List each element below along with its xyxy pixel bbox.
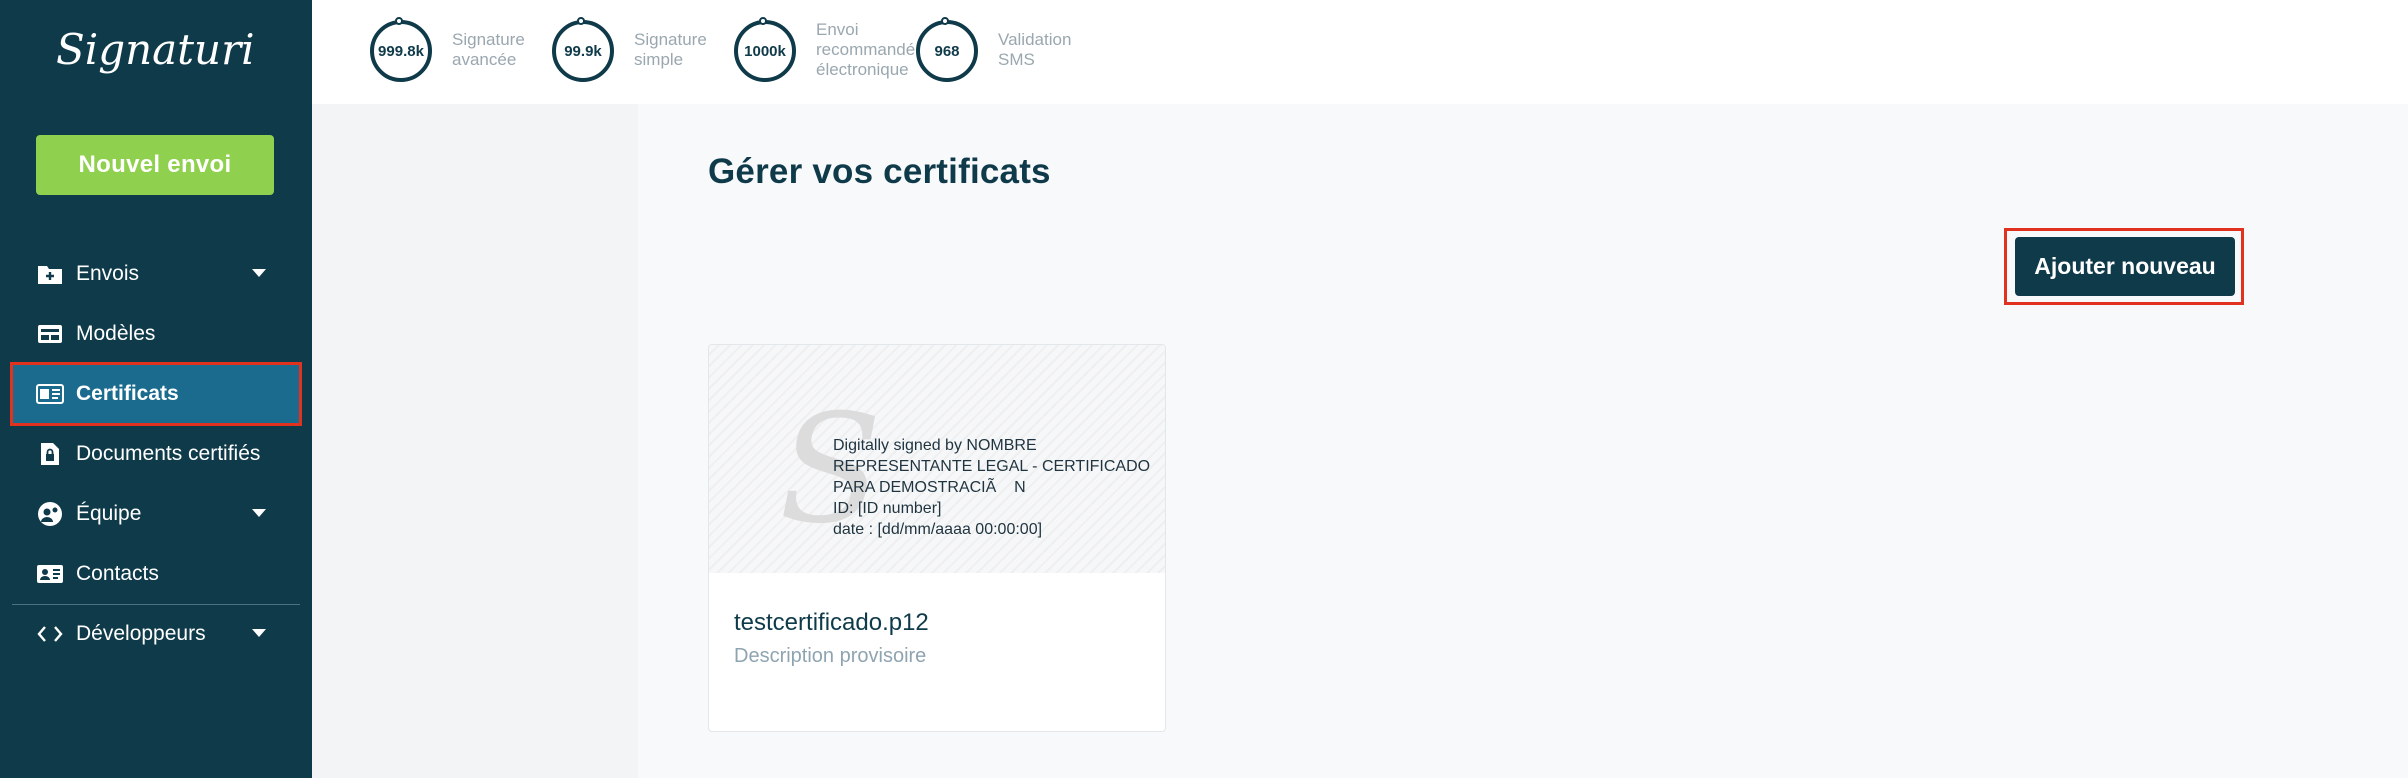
certificate-preview-text: Digitally signed by NOMBRE REPRESENTANTE…: [833, 437, 1151, 538]
sidebar-item-label: Documents certifiés: [76, 442, 261, 465]
credit-value: 999.8k: [378, 42, 424, 60]
credit-label: Validation SMS: [998, 30, 1071, 70]
ring-indicator-icon: [395, 17, 403, 25]
credit-label-line: Envoi: [816, 20, 859, 39]
credit-label-line: recommandé: [816, 40, 916, 59]
template-icon: [36, 321, 64, 347]
credits-bar: 999.8k Signature avancée 99.9k Signature…: [312, 0, 2408, 104]
add-new-certificate-button[interactable]: Ajouter nouveau: [2015, 237, 2235, 296]
chevron-down-icon[interactable]: [252, 269, 266, 277]
credit-label-line: électronique: [816, 60, 909, 79]
credit-ring: 1000k: [734, 20, 796, 82]
sidebar-item-certificats[interactable]: Certificats: [10, 362, 302, 426]
sidebar-item-label: Envois: [76, 262, 140, 285]
credit-label: Signature avancée: [452, 30, 525, 70]
folder-plus-icon: [36, 261, 64, 287]
credit-ring: 99.9k: [552, 20, 614, 82]
sidebar-item-modeles[interactable]: Modèles: [12, 304, 300, 364]
credit-value: 99.9k: [564, 42, 602, 60]
credit-label-line: simple: [634, 50, 684, 69]
add-button-highlight: Ajouter nouveau: [2004, 228, 2244, 305]
credit-ring: 999.8k: [370, 20, 432, 82]
signaturit-logo[interactable]: Signaturit: [54, 16, 254, 92]
sidebar-item-equipe[interactable]: Équipe: [12, 484, 300, 544]
certificate-name: testcertificado.p12: [734, 609, 929, 636]
ring-indicator-icon: [941, 17, 949, 25]
content-gutter: [312, 104, 638, 778]
ring-indicator-icon: [759, 17, 767, 25]
credit-label: Signature simple: [634, 30, 707, 70]
certificate-card[interactable]: S Digitally signed by NOMBRE REPRESENTAN…: [708, 344, 1166, 732]
credit-label-line: SMS: [998, 50, 1035, 69]
sidebar-item-envois[interactable]: Envois: [12, 244, 300, 304]
certificate-icon: [36, 381, 64, 407]
credit-label-line: Signature: [452, 30, 525, 49]
sidebar-item-contacts[interactable]: Contacts: [12, 544, 300, 604]
team-icon: [36, 501, 64, 527]
code-icon: [36, 621, 64, 647]
ring-indicator-icon: [577, 17, 585, 25]
credit-value: 1000k: [744, 42, 786, 60]
credit-ring: 968: [916, 20, 978, 82]
sidebar-item-label: Contacts: [76, 562, 159, 585]
certificate-description: Description provisoire: [734, 645, 927, 667]
sidebar-item-label: Équipe: [76, 502, 142, 525]
sidebar-item-label: Modèles: [76, 322, 156, 345]
credit-value: 968: [934, 42, 960, 60]
page-title: Gérer vos certificats: [708, 152, 1051, 191]
contact-card-icon: [36, 561, 64, 587]
sidebar-item-label: Certificats: [76, 382, 179, 405]
sidebar-item-documents-certifies[interactable]: Documents certifiés: [12, 424, 300, 484]
sidebar-item-label: Développeurs: [76, 622, 206, 645]
certificate-preview: S Digitally signed by NOMBRE REPRESENTAN…: [709, 345, 1165, 573]
new-send-button[interactable]: Nouvel envoi: [36, 135, 274, 195]
sidebar-item-developpeurs[interactable]: Développeurs: [12, 604, 300, 664]
credit-label-line: Signature: [634, 30, 707, 49]
sidebar: Signaturit Nouvel envoi Envois Modèles C…: [0, 0, 312, 778]
credit-label-line: avancée: [452, 50, 517, 69]
chevron-down-icon[interactable]: [252, 509, 266, 517]
locked-document-icon: [36, 441, 64, 467]
chevron-down-icon[interactable]: [252, 629, 266, 637]
credit-label: Envoi recommandé électronique: [816, 20, 915, 80]
credit-label-line: Validation: [998, 30, 1072, 49]
svg-text:Signaturit: Signaturit: [56, 25, 254, 74]
